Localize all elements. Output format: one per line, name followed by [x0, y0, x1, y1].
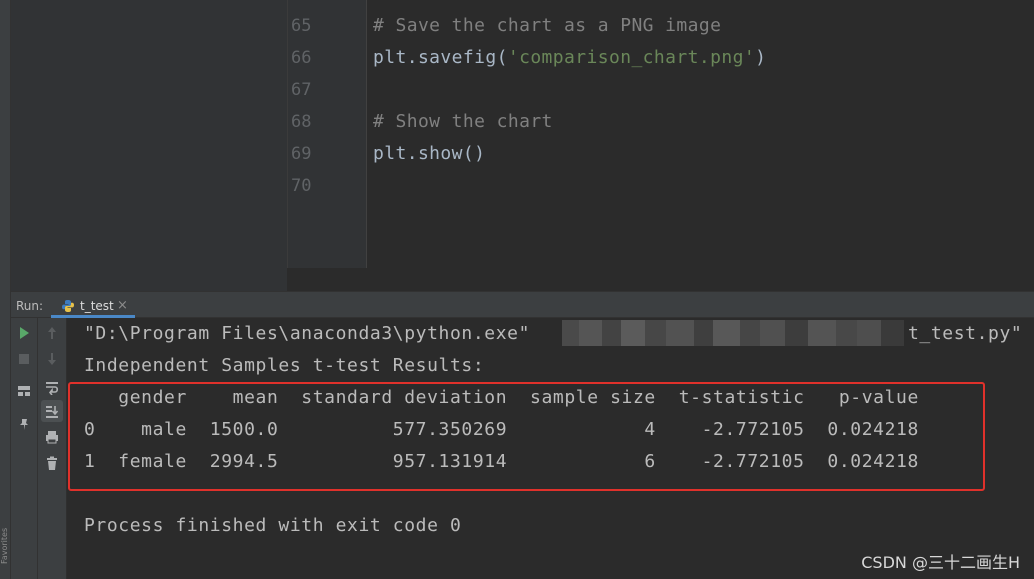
- printer-icon: [46, 431, 58, 444]
- console-command-left: "D:\Program Files\anaconda3\python.exe": [84, 323, 531, 344]
- rerun-button[interactable]: [13, 322, 35, 344]
- code-token: plt.savefig(: [373, 47, 508, 68]
- code-editor[interactable]: 65 66 67 68 69 70 # Save the chart as a …: [11, 0, 1034, 291]
- gutter-separator: [287, 0, 288, 268]
- editor-bottom-gutter: [11, 268, 287, 291]
- print-button[interactable]: [41, 426, 63, 448]
- clear-all-button[interactable]: [41, 452, 63, 474]
- pin-icon: [20, 419, 28, 430]
- run-tab-label: t_test: [80, 299, 114, 313]
- line-number: 67: [291, 80, 312, 100]
- scroll-down-button[interactable]: [41, 348, 63, 370]
- code-line-comment: # Save the chart as a PNG image: [373, 15, 722, 36]
- watermark: CSDN @三十二画生H: [861, 553, 1020, 572]
- redacted-path: [562, 320, 904, 346]
- line-number: 66: [291, 48, 312, 68]
- code-token: ): [755, 47, 767, 68]
- play-icon: [20, 327, 29, 339]
- code-line-savefig: plt.savefig('comparison_chart.png'): [373, 47, 766, 68]
- scroll-to-end-button[interactable]: [41, 400, 63, 422]
- exit-message: Process finished with exit code 0: [84, 515, 462, 536]
- editor-bottom-area: [287, 268, 1034, 291]
- run-toolbar: Run: t_test ×: [11, 291, 1034, 318]
- favorites-label[interactable]: Favorites: [0, 528, 11, 578]
- stop-button[interactable]: [13, 348, 35, 370]
- results-title: Independent Samples t-test Results:: [84, 355, 485, 376]
- layout-icon: [18, 386, 30, 396]
- editor-gutter: [11, 0, 366, 268]
- run-tab-t-test[interactable]: t_test ×: [51, 294, 135, 318]
- trash-icon: [47, 456, 57, 470]
- console-actions-toolbar: [38, 318, 67, 579]
- code-string: 'comparison_chart.png': [507, 47, 756, 68]
- soft-wrap-icon: [46, 382, 59, 395]
- line-number: 69: [291, 144, 312, 164]
- line-number: 65: [291, 16, 312, 36]
- console-command-right: t_test.py": [908, 323, 1023, 344]
- close-icon[interactable]: ×: [117, 298, 128, 313]
- line-number: 70: [291, 176, 312, 196]
- stop-icon: [19, 354, 29, 364]
- arrow-down-icon: [48, 353, 56, 365]
- line-number: 68: [291, 112, 312, 132]
- python-icon: [62, 300, 74, 312]
- run-label: Run:: [16, 299, 44, 313]
- arrow-up-icon: [48, 327, 56, 339]
- highlight-box: [68, 382, 985, 491]
- code-line-show: plt.show(): [373, 143, 486, 164]
- scroll-up-button[interactable]: [41, 322, 63, 344]
- run-actions-toolbar: [11, 318, 38, 579]
- soft-wrap-button[interactable]: [41, 376, 63, 398]
- fold-separator: [366, 0, 367, 268]
- layout-button[interactable]: [13, 380, 35, 402]
- scroll-to-end-icon: [46, 406, 59, 418]
- code-line-comment: # Show the chart: [373, 111, 553, 132]
- favorites-strip: Favorites: [0, 0, 11, 579]
- pin-tab-button[interactable]: [13, 414, 35, 436]
